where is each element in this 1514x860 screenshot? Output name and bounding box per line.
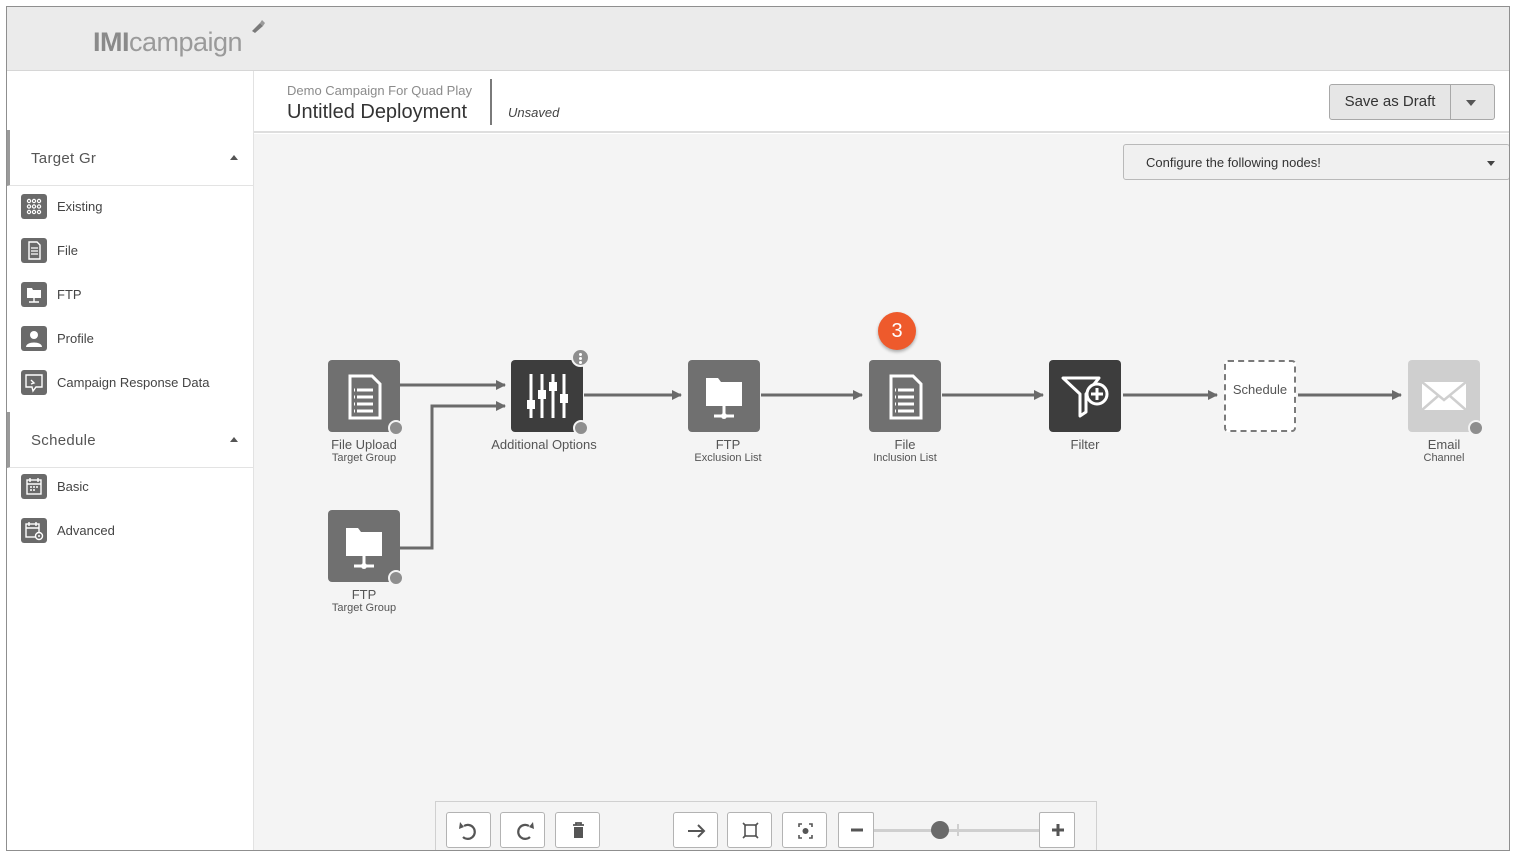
node-subtitle: Inclusion List bbox=[873, 452, 937, 464]
connect-button[interactable] bbox=[673, 812, 718, 848]
output-port[interactable] bbox=[388, 570, 404, 586]
node-ftp-exclusion-list[interactable] bbox=[688, 360, 760, 432]
zoom-slider-tick bbox=[957, 824, 959, 836]
focus-icon bbox=[798, 823, 813, 839]
sliders-icon bbox=[527, 374, 568, 418]
node-subtitle: Exclusion List bbox=[694, 452, 762, 464]
document-icon bbox=[348, 374, 382, 420]
node-subtitle: Target Group bbox=[331, 602, 397, 614]
zoom-out-button[interactable] bbox=[838, 812, 874, 848]
node-email-channel[interactable] bbox=[1408, 360, 1480, 432]
node-schedule-placeholder[interactable]: Schedule bbox=[1224, 360, 1296, 432]
node-subtitle: Target Group bbox=[331, 452, 397, 464]
node-subtitle: Channel bbox=[1423, 452, 1465, 464]
node-file-inclusion-list[interactable] bbox=[869, 360, 941, 432]
app-window: IMIcampaign Target Gr Existing File FTP … bbox=[6, 6, 1510, 851]
trash-icon bbox=[573, 822, 584, 838]
node-title: Additional Options bbox=[491, 437, 597, 452]
filter-add-icon bbox=[1061, 376, 1109, 418]
node-title: Email bbox=[1427, 437, 1461, 452]
node-title: Filter bbox=[1070, 437, 1100, 452]
node-menu-icon[interactable] bbox=[571, 348, 590, 367]
ftp-icon bbox=[706, 378, 742, 419]
node-title: File Upload bbox=[331, 437, 397, 452]
ftp-icon bbox=[346, 528, 382, 569]
redo-icon bbox=[517, 822, 534, 840]
arrow-right-icon bbox=[688, 824, 706, 838]
node-title: FTP bbox=[351, 587, 377, 602]
node-filter[interactable] bbox=[1049, 360, 1121, 432]
zoom-in-button[interactable] bbox=[1039, 812, 1075, 848]
output-port[interactable] bbox=[1468, 420, 1484, 436]
node-title: Schedule bbox=[1232, 382, 1288, 397]
focus-button[interactable] bbox=[782, 812, 827, 848]
undo-icon bbox=[459, 822, 476, 840]
connector bbox=[400, 401, 506, 550]
zoom-slider-handle[interactable] bbox=[931, 821, 950, 839]
node-title: File bbox=[894, 437, 916, 452]
node-file-upload[interactable] bbox=[328, 360, 400, 432]
fit-icon bbox=[742, 822, 759, 839]
node-ftp-target-group[interactable] bbox=[328, 510, 400, 582]
envelope-icon bbox=[1421, 381, 1467, 411]
plus-icon bbox=[1052, 824, 1064, 836]
canvas-toolbar bbox=[435, 801, 1097, 850]
minus-icon bbox=[851, 828, 863, 832]
undo-button[interactable] bbox=[446, 812, 491, 848]
fit-button[interactable] bbox=[727, 812, 772, 848]
node-title: FTP bbox=[715, 437, 741, 452]
node-additional-options[interactable] bbox=[511, 360, 583, 432]
output-port[interactable] bbox=[573, 420, 589, 436]
output-port[interactable] bbox=[388, 420, 404, 436]
document-icon bbox=[889, 374, 923, 420]
delete-button[interactable] bbox=[555, 812, 600, 848]
redo-button[interactable] bbox=[500, 812, 545, 848]
step-badge: 3 bbox=[878, 312, 916, 350]
